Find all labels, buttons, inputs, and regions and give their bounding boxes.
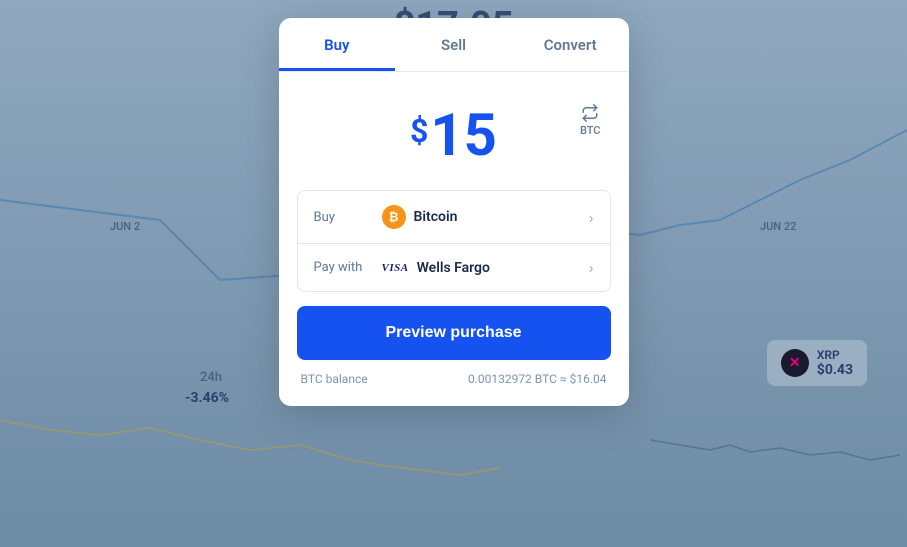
pay-with-row[interactable]: Pay with VISA Wells Fargo › [298,244,610,291]
pay-value: VISA Wells Fargo [382,260,490,276]
currency-toggle-label: BTC [580,124,601,137]
visa-logo: VISA [382,262,409,274]
buy-label: Buy [314,210,372,225]
buy-asset-name: Bitcoin [414,209,458,225]
tab-sell[interactable]: Sell [395,18,512,71]
modal-overlay: Buy Sell Convert $ 15 BTC [0,0,907,547]
pay-label: Pay with [314,260,372,275]
tab-convert[interactable]: Convert [512,18,629,71]
buy-row-chevron: › [589,208,594,227]
pay-row-chevron: › [589,258,594,277]
pay-method-name: Wells Fargo [417,260,490,276]
trade-modal: Buy Sell Convert $ 15 BTC [279,18,629,406]
order-details-panel: Buy ₿ Bitcoin › Pay with VISA Wells Farg… [297,190,611,292]
tab-buy[interactable]: Buy [279,18,396,71]
amount-value: 15 [430,102,497,170]
tab-bar: Buy Sell Convert [279,18,629,72]
dollar-sign: $ [410,112,428,150]
balance-value: 0.00132972 BTC ≈ $16.04 [468,372,607,386]
buy-row-left: Buy ₿ Bitcoin [314,205,458,229]
bitcoin-icon: ₿ [382,205,406,229]
balance-label: BTC balance [301,372,368,386]
preview-purchase-button[interactable]: Preview purchase [297,306,611,360]
currency-toggle-button[interactable]: BTC [580,104,601,137]
buy-value: ₿ Bitcoin [382,205,458,229]
pay-row-left: Pay with VISA Wells Fargo [314,260,490,276]
balance-row: BTC balance 0.00132972 BTC ≈ $16.04 [279,360,629,386]
amount-section: $ 15 BTC [279,72,629,190]
buy-asset-row[interactable]: Buy ₿ Bitcoin › [298,191,610,244]
amount-display: $ 15 [410,102,497,170]
